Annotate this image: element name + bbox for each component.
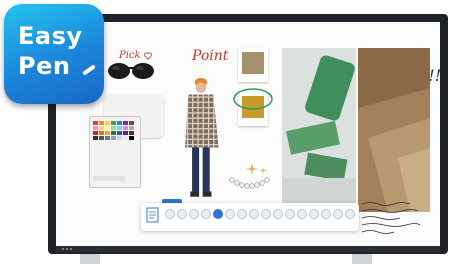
color-cell[interactable] (99, 121, 104, 125)
display-bottom-bar (56, 246, 440, 252)
toolbar-tool-button[interactable] (261, 209, 271, 219)
color-cell[interactable] (123, 126, 128, 130)
heart-icon (144, 52, 152, 60)
color-cell[interactable] (117, 121, 122, 125)
color-grid[interactable] (93, 121, 134, 140)
highlight-circle-icon (233, 88, 273, 110)
color-cell[interactable] (105, 131, 110, 135)
toolbar-tool-button[interactable] (297, 209, 307, 219)
toolbar-tool-button[interactable] (273, 209, 283, 219)
color-cell[interactable] (129, 121, 134, 125)
color-cell[interactable] (111, 131, 116, 135)
annotation-point: Point (192, 48, 229, 64)
green-fabric-photo (282, 48, 356, 212)
toolbar-tool-button[interactable] (225, 209, 235, 219)
toolbar-tool-button[interactable] (237, 209, 247, 219)
pen-stroke-icon (82, 64, 96, 76)
toolbar-tool-button[interactable] (345, 209, 355, 219)
color-cell[interactable] (123, 121, 128, 125)
color-cell[interactable] (93, 126, 98, 130)
toolbar-tool-button[interactable] (177, 209, 187, 219)
color-cell[interactable] (129, 136, 134, 140)
toolbar-tool-button[interactable] (249, 209, 259, 219)
color-cell[interactable] (111, 136, 116, 140)
toolbar-tool-button[interactable] (285, 209, 295, 219)
monitor-stand-right (352, 254, 372, 264)
fashion-model-image (185, 77, 219, 197)
easypen-app-icon[interactable]: Easy Pen (4, 4, 104, 104)
color-cell[interactable] (105, 121, 110, 125)
color-cell[interactable] (111, 121, 116, 125)
app-icon-line1: Easy (18, 22, 83, 50)
swatch-card-1 (238, 48, 268, 82)
document-icon[interactable] (145, 207, 161, 227)
color-cell[interactable] (129, 131, 134, 135)
toolbar-tool-button[interactable] (189, 209, 199, 219)
handwritten-notes (361, 202, 421, 234)
color-cell[interactable] (93, 121, 98, 125)
color-palette-panel[interactable] (89, 116, 141, 188)
palette-hex-field[interactable] (93, 176, 125, 181)
tan-fabric-photo (358, 48, 430, 212)
color-cell[interactable] (123, 131, 128, 135)
swatch-chip (242, 52, 264, 74)
color-cell[interactable] (93, 136, 98, 140)
color-cell[interactable] (117, 126, 122, 130)
monitor-stand-left (80, 254, 100, 264)
color-cell[interactable] (93, 131, 98, 135)
toolbar-tool-button[interactable] (201, 209, 211, 219)
toolbar-tool-button[interactable] (333, 209, 343, 219)
color-cell[interactable] (99, 131, 104, 135)
necklace-image (229, 177, 270, 189)
sunglasses-icon (108, 63, 154, 79)
whiteboard-canvas[interactable]: Pick Point Good!! (56, 22, 440, 246)
color-cell[interactable] (123, 136, 128, 140)
color-cell[interactable] (105, 126, 110, 130)
color-cell[interactable] (99, 126, 104, 130)
toolbar-tool-button[interactable] (165, 209, 175, 219)
indicator-dot (66, 248, 68, 250)
color-cell[interactable] (111, 126, 116, 130)
bottom-toolbar (141, 203, 359, 231)
color-cell[interactable] (105, 136, 110, 140)
indicator-dot (70, 248, 72, 250)
color-cell[interactable] (129, 126, 134, 130)
toolbar-tool-button[interactable] (309, 209, 319, 219)
toolbar-tool-button[interactable] (213, 209, 223, 219)
color-cell[interactable] (117, 136, 122, 140)
toolbar-tool-button[interactable] (321, 209, 331, 219)
indicator-dot (62, 248, 64, 250)
color-cell[interactable] (117, 131, 122, 135)
color-cell[interactable] (99, 136, 104, 140)
app-icon-line2: Pen (18, 52, 71, 80)
